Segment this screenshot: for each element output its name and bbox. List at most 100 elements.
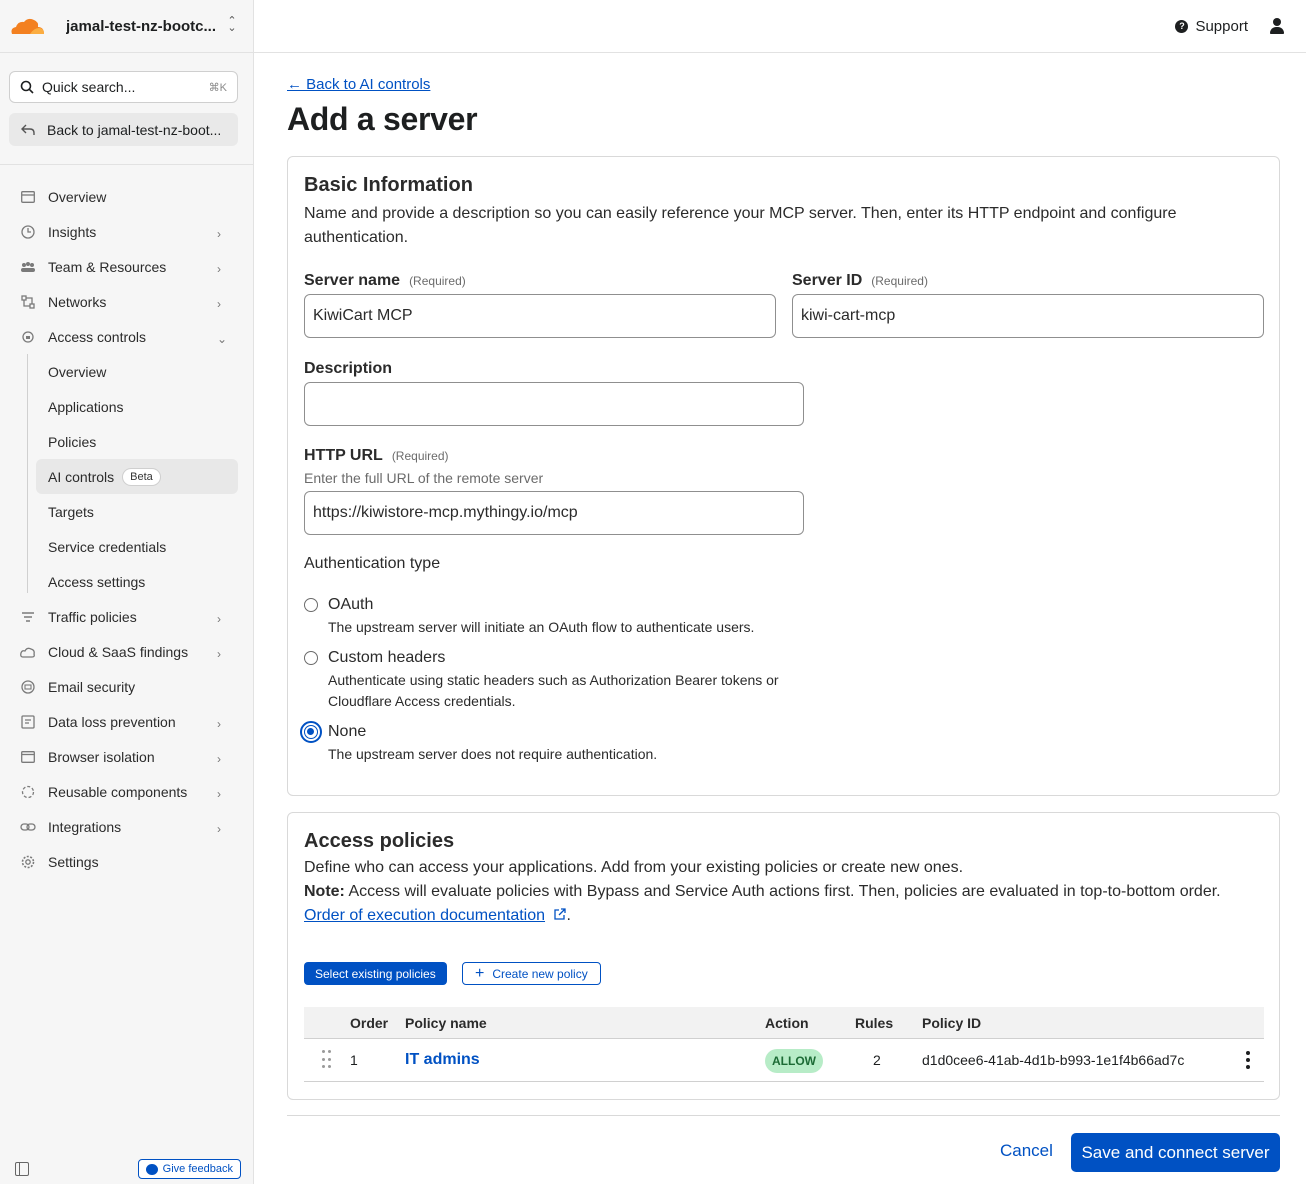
sidebar-item-insights[interactable]: Insights › — [0, 214, 253, 249]
cancel-button[interactable]: Cancel — [1000, 1141, 1053, 1161]
sidebar-item-settings[interactable]: Settings — [0, 844, 253, 879]
auth-option-custom-headers[interactable]: Custom headers Authenticate using static… — [304, 647, 818, 712]
support-menu[interactable]: ? Support — [1175, 18, 1248, 35]
sidebar-item-traffic-policies[interactable]: Traffic policies › — [0, 599, 253, 634]
create-new-policy-button[interactable]: + Create new policy — [462, 962, 601, 985]
radio-button-selected[interactable] — [300, 721, 322, 743]
sidebar-subitem-overview[interactable]: Overview — [36, 354, 238, 389]
quick-search[interactable]: Quick search... ⌘K — [9, 71, 238, 103]
give-feedback-button[interactable]: Give feedback — [137, 1159, 241, 1179]
plus-icon: + — [475, 964, 485, 982]
search-placeholder: Quick search... — [42, 79, 136, 95]
account-name: jamal-test-nz-bootc... — [66, 17, 217, 35]
sidebar-item-integrations[interactable]: Integrations › — [0, 809, 253, 844]
access-policies-intro: Define who can access your applications.… — [304, 859, 964, 876]
basic-information-description: Name and provide a description so you ca… — [304, 205, 1177, 246]
sidebar-item-label: Networks — [48, 293, 107, 310]
server-id-label: Server ID (Required) — [792, 272, 928, 290]
sidebar-item-label: Cloud & SaaS findings — [48, 643, 189, 660]
sidebar-subitem-policies[interactable]: Policies — [36, 424, 238, 459]
sidebar-item-email-security[interactable]: Email security — [0, 669, 253, 704]
sidebar-item-dlp[interactable]: Data loss prevention › — [0, 704, 253, 739]
sidebar-item-label: Email security — [48, 678, 136, 695]
policy-name-link[interactable]: IT admins — [405, 1051, 480, 1068]
support-label: Support — [1195, 17, 1248, 35]
policy-action-cell: ALLOW — [765, 1049, 855, 1073]
auth-option-none[interactable]: None The upstream server does not requir… — [300, 721, 818, 765]
sidebar-item-overview[interactable]: Overview — [0, 179, 253, 214]
email-shield-icon — [20, 679, 36, 695]
submenu-guide-line — [27, 354, 28, 593]
required-hint: (Required) — [391, 449, 449, 463]
sidebar-item-label: Data loss prevention — [48, 713, 176, 730]
sidebar-item-cloud-saas[interactable]: Cloud & SaaS findings › — [0, 634, 253, 669]
sidebar-footer: Give feedback — [0, 1154, 253, 1184]
access-controls-submenu: Overview Applications Policies AI contro… — [0, 354, 253, 599]
note-label: Note: — [304, 883, 345, 900]
give-feedback-label: Give feedback — [162, 1163, 233, 1175]
chevron-down-icon: ⌄ — [217, 331, 228, 346]
chevron-up-down-icon: ⌃ ⌄ — [227, 15, 237, 34]
page-title: Add a server — [287, 101, 478, 137]
sidebar: jamal-test-nz-bootc... ⌃ ⌄ Quick search..… — [0, 0, 254, 1184]
sidebar-item-reusable-components[interactable]: Reusable components › — [0, 774, 253, 809]
chevron-right-icon: › — [217, 821, 221, 836]
access-policies-card: Access policies Define who can access yo… — [287, 812, 1280, 1100]
sidebar-subitem-access-settings[interactable]: Access settings — [36, 564, 238, 599]
http-url-hint: Enter the full URL of the remote server — [304, 470, 544, 486]
sidebar-subitem-applications[interactable]: Applications — [36, 389, 238, 424]
sidebar-item-team-resources[interactable]: Team & Resources › — [0, 249, 253, 284]
select-existing-policies-button[interactable]: Select existing policies — [304, 962, 447, 985]
chevron-right-icon: › — [217, 296, 221, 311]
collapse-sidebar-icon[interactable] — [15, 1162, 29, 1176]
http-url-input[interactable]: https://kiwistore-mcp.mythingy.io/mcp — [304, 491, 804, 535]
server-name-value: KiwiCart MCP — [313, 307, 413, 324]
sidebar-item-networks[interactable]: Networks › — [0, 284, 253, 319]
sidebar-item-label: Service credentials — [48, 538, 167, 555]
account-switcher[interactable]: jamal-test-nz-bootc... ⌃ ⌄ — [0, 0, 253, 53]
row-menu-button[interactable] — [1232, 1051, 1264, 1069]
gear-icon — [20, 854, 36, 870]
sidebar-subitem-ai-controls[interactable]: AI controls Beta — [36, 459, 238, 494]
doc-link-line: Order of execution documentation . — [304, 907, 571, 924]
server-id-input[interactable]: kiwi-cart-mcp — [792, 294, 1264, 338]
chevron-right-icon: › — [217, 226, 221, 241]
server-id-value: kiwi-cart-mcp — [801, 307, 896, 324]
sidebar-item-access-controls[interactable]: Access controls ⌄ — [0, 319, 253, 354]
drag-handle[interactable] — [304, 1050, 350, 1070]
server-name-label: Server name (Required) — [304, 272, 466, 290]
sidebar-subitem-targets[interactable]: Targets — [36, 494, 238, 529]
sidebar-item-label: Access controls — [48, 328, 147, 345]
sidebar-subitem-service-credentials[interactable]: Service credentials — [36, 529, 238, 564]
sidebar-item-label: AI controls — [48, 468, 115, 485]
cloud-shield-icon — [20, 644, 36, 660]
radio-button[interactable] — [304, 598, 318, 612]
user-icon[interactable] — [1270, 18, 1284, 34]
cloudflare-logo — [11, 18, 44, 34]
sidebar-item-browser-isolation[interactable]: Browser isolation › — [0, 739, 253, 774]
components-icon — [20, 784, 36, 800]
column-header-action: Action — [765, 1014, 809, 1031]
order-of-execution-doc-link[interactable]: Order of execution documentation — [304, 907, 545, 924]
external-link-icon — [554, 908, 567, 920]
description-input[interactable] — [304, 382, 804, 426]
back-to-account-button[interactable]: Back to jamal-test-nz-boot... — [9, 113, 238, 146]
auth-option-oauth[interactable]: OAuth The upstream server will initiate … — [304, 594, 818, 638]
back-to-account-label: Back to jamal-test-nz-boot... — [47, 121, 222, 138]
access-policies-description: Define who can access your applications.… — [304, 856, 1274, 928]
back-to-ai-controls-link[interactable]: ← Back to AI controls — [287, 76, 430, 93]
save-and-connect-button[interactable]: Save and connect server — [1071, 1133, 1280, 1172]
radio-button[interactable] — [304, 651, 318, 665]
allow-badge: ALLOW — [765, 1049, 823, 1073]
column-header-order: Order — [350, 1014, 389, 1031]
search-icon — [20, 80, 34, 94]
basic-information-heading: Basic Information — [304, 174, 473, 196]
sidebar-divider — [0, 164, 253, 165]
chevron-right-icon: › — [217, 716, 221, 731]
sidebar-item-label: Integrations — [48, 818, 122, 835]
beta-badge: Beta — [122, 467, 161, 486]
chevron-right-icon: › — [217, 786, 221, 801]
clock-icon — [20, 224, 36, 240]
server-name-input[interactable]: KiwiCart MCP — [304, 294, 776, 338]
network-icon — [20, 294, 36, 310]
